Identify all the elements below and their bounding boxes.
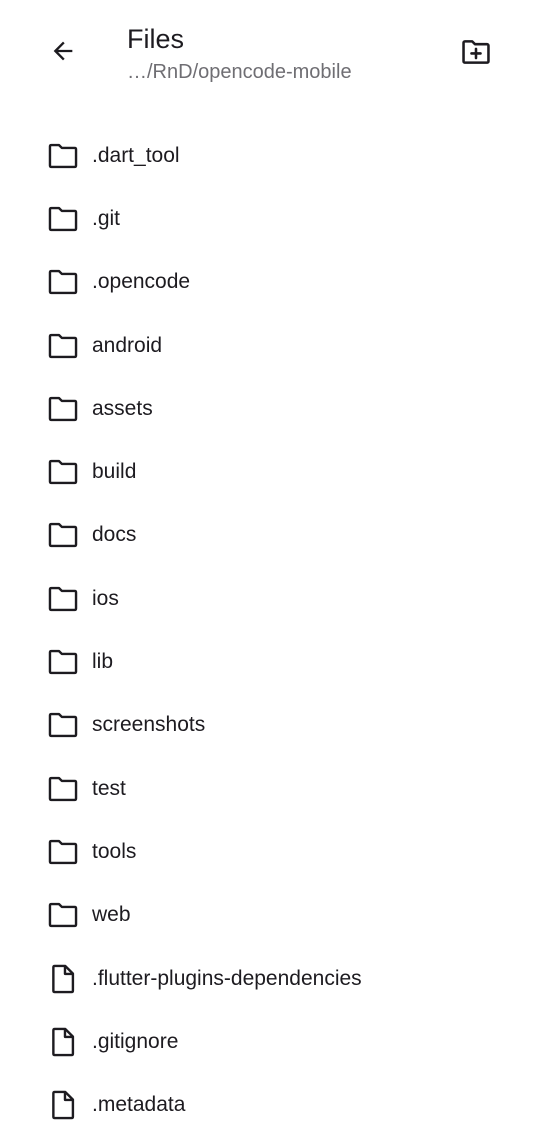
folder-icon xyxy=(45,834,81,870)
folder-icon xyxy=(45,771,81,807)
entry-name: .dart_tool xyxy=(92,143,180,167)
folder-row[interactable]: lib xyxy=(0,630,540,693)
folder-icon xyxy=(45,138,81,174)
new-folder-button[interactable] xyxy=(452,30,500,78)
entry-name: screenshots xyxy=(92,713,206,737)
file-icon xyxy=(45,1024,81,1060)
folder-icon xyxy=(45,264,81,300)
folder-row[interactable]: .dart_tool xyxy=(0,124,540,187)
folder-icon xyxy=(45,644,81,680)
current-path: …/RnD/opencode-mobile xyxy=(127,61,352,83)
folder-row[interactable]: ios xyxy=(0,567,540,630)
entry-name: test xyxy=(92,776,126,800)
entry-name: build xyxy=(92,460,137,484)
entry-name: docs xyxy=(92,523,137,547)
entry-name: android xyxy=(92,333,163,357)
folder-row[interactable]: .git xyxy=(0,187,540,250)
arrow-back-icon xyxy=(49,37,77,70)
create-new-folder-icon xyxy=(459,35,493,74)
app-bar: Files …/RnD/opencode-mobile xyxy=(0,0,540,110)
folder-row[interactable]: android xyxy=(0,314,540,377)
page-title: Files xyxy=(127,24,185,54)
file-row[interactable]: .gitignore xyxy=(0,1010,540,1073)
entry-name: ios xyxy=(92,586,119,610)
folder-row[interactable]: docs xyxy=(0,504,540,567)
entry-name: lib xyxy=(92,650,114,674)
file-icon xyxy=(45,1087,81,1123)
entry-name: web xyxy=(92,903,131,927)
folder-row[interactable]: test xyxy=(0,757,540,820)
folder-icon xyxy=(45,517,81,553)
file-row[interactable]: .metadata xyxy=(0,1073,540,1136)
file-icon xyxy=(45,961,81,997)
folder-icon xyxy=(45,581,81,617)
folder-icon xyxy=(45,454,81,490)
entry-name: tools xyxy=(92,839,137,863)
entry-name: .opencode xyxy=(92,270,191,294)
entry-name: assets xyxy=(92,396,153,420)
folder-row[interactable]: build xyxy=(0,440,540,503)
file-list: .dart_tool .git .opencode android assets… xyxy=(0,124,540,1137)
folder-icon xyxy=(45,201,81,237)
folder-row[interactable]: .opencode xyxy=(0,251,540,314)
folder-row[interactable]: web xyxy=(0,884,540,947)
folder-icon xyxy=(45,328,81,364)
entry-name: .metadata xyxy=(92,1093,186,1117)
folder-icon xyxy=(45,897,81,933)
entry-name: .git xyxy=(92,206,121,230)
entry-name: .gitignore xyxy=(92,1029,179,1053)
folder-icon xyxy=(45,707,81,743)
folder-row[interactable]: screenshots xyxy=(0,694,540,757)
folder-icon xyxy=(45,391,81,427)
entry-name: .flutter-plugins-dependencies xyxy=(92,966,362,990)
title-block: Files …/RnD/opencode-mobile xyxy=(127,20,352,85)
back-button[interactable] xyxy=(40,30,86,76)
folder-row[interactable]: tools xyxy=(0,820,540,883)
folder-row[interactable]: assets xyxy=(0,377,540,440)
file-row[interactable]: .flutter-plugins-dependencies xyxy=(0,947,540,1010)
